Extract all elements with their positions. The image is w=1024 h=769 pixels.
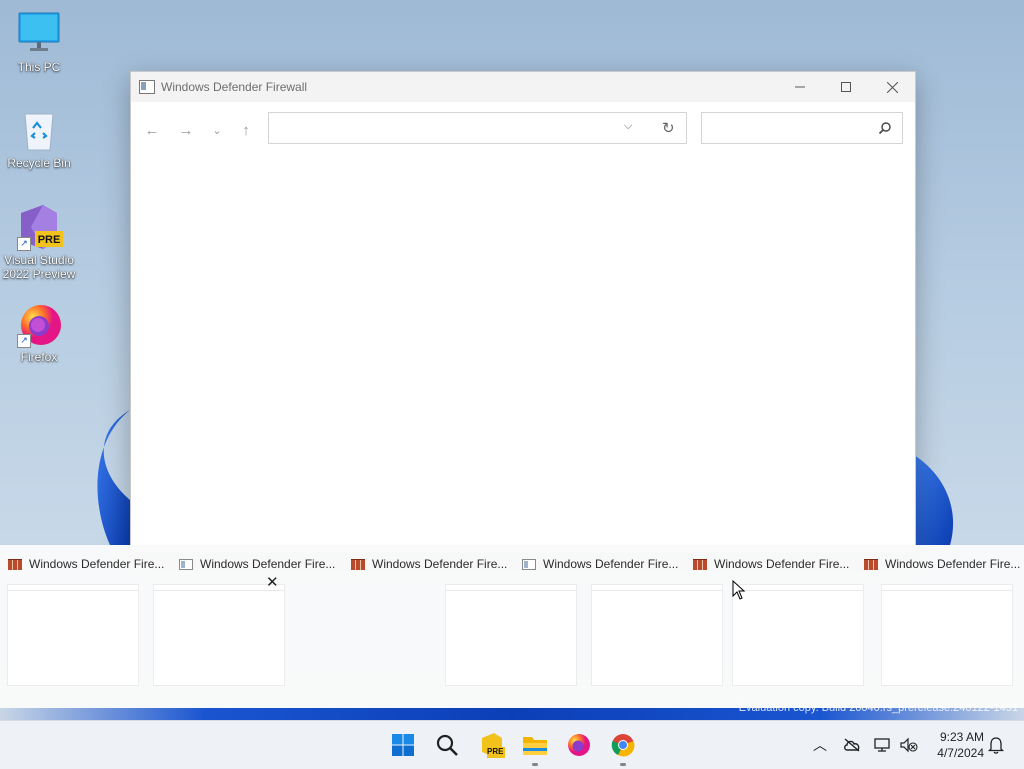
- notifications-button[interactable]: [986, 735, 1006, 755]
- firewall-icon: [8, 558, 22, 570]
- maximize-button[interactable]: [823, 72, 869, 102]
- start-icon: [392, 734, 414, 756]
- taskbar-firefox[interactable]: [565, 731, 593, 759]
- switcher-tile[interactable]: Windows Defender Fire...: [154, 555, 339, 685]
- switcher-tile[interactable]: Windows Defender Fire...: [351, 555, 576, 685]
- minimize-button[interactable]: [777, 72, 823, 102]
- search-icon[interactable]: [878, 121, 892, 135]
- arrow-left-icon: ←: [144, 121, 160, 139]
- recent-locations-button[interactable]: ⌄: [205, 118, 229, 142]
- minimize-icon: [795, 86, 805, 88]
- onedrive-button[interactable]: [842, 735, 862, 755]
- window-icon: [179, 558, 193, 570]
- switcher-tile[interactable]: Windows Defender Fire...: [8, 555, 168, 685]
- window-icon: [522, 558, 536, 570]
- start-button[interactable]: [389, 731, 417, 759]
- desktop-icon-visual-studio[interactable]: ↗ PRE Visual Studio 2022 Preview: [2, 203, 76, 281]
- switcher-tile[interactable]: Windows Defender Fire...: [522, 555, 722, 685]
- preview-badge: PRE: [487, 747, 504, 756]
- window-app-icon: [139, 80, 155, 94]
- taskbar-visual-studio[interactable]: PRE: [478, 731, 506, 759]
- switcher-tile-title: Windows Defender Fire...: [543, 557, 679, 571]
- clock-time: 9:23 AM: [939, 730, 984, 744]
- address-input[interactable]: [269, 113, 615, 143]
- running-indicator: [532, 763, 538, 766]
- desktop-icon-label: Visual Studio 2022 Preview: [2, 253, 76, 281]
- up-button[interactable]: ↑: [234, 118, 258, 142]
- firewall-icon: [351, 558, 365, 570]
- chrome-icon: [611, 734, 635, 757]
- window-thumbnail: [154, 585, 284, 685]
- desktop-icon-label: This PC: [17, 60, 61, 74]
- refresh-icon[interactable]: ↻: [662, 119, 675, 137]
- clock-date: 4/7/2024: [937, 746, 984, 760]
- desktop-icon-label: Recycle Bin: [7, 156, 71, 170]
- window-thumbnail: [882, 585, 1012, 685]
- desktop-icon-label: Firefox: [20, 350, 58, 364]
- back-button[interactable]: ←: [140, 118, 164, 142]
- shortcut-arrow-icon: ↗: [17, 334, 31, 348]
- desktop-icon-this-pc[interactable]: This PC: [2, 10, 76, 74]
- switcher-tile[interactable]: Windows Defender Fire...: [693, 555, 863, 685]
- task-switcher: Windows Defender Fire... Windows Defende…: [0, 545, 1024, 708]
- window-thumbnail: [733, 585, 863, 685]
- clock[interactable]: 9:23 AM 4/7/2024: [926, 729, 984, 761]
- close-button[interactable]: [869, 72, 915, 102]
- evaluation-watermark: Evaluation copy. Build 26040.rs_prerelea…: [738, 702, 1018, 714]
- mouse-cursor-icon: [732, 580, 746, 600]
- shortcut-arrow-icon: ↗: [17, 237, 31, 251]
- firewall-window[interactable]: Windows Defender Firewall ← → ⌄ ↑ ⌵ ↻: [130, 71, 916, 553]
- address-dropdown-icon[interactable]: ⌵: [624, 120, 632, 133]
- switcher-tile-title: Windows Defender Fire...: [372, 557, 508, 571]
- show-hidden-icons-button[interactable]: ︿: [810, 735, 830, 755]
- running-indicator: [620, 763, 626, 766]
- title-bar[interactable]: Windows Defender Firewall: [131, 72, 915, 102]
- desktop-icon-recycle-bin[interactable]: Recycle Bin: [2, 106, 76, 170]
- monitor-icon: [15, 10, 63, 58]
- taskbar: PRE ︿ 9:23 AM 4/7/2024: [0, 720, 1024, 769]
- cloud-offline-icon: [844, 738, 860, 752]
- switcher-tile-title: Windows Defender Fire...: [29, 557, 165, 571]
- search-icon: [436, 734, 458, 756]
- search-input[interactable]: [702, 113, 878, 143]
- network-button[interactable]: [873, 735, 893, 755]
- chevron-up-icon: ︿: [813, 737, 827, 753]
- visual-studio-icon: ↗ PRE: [15, 203, 63, 251]
- firefox-icon: ↗: [15, 300, 63, 348]
- preview-badge: PRE: [37, 234, 61, 246]
- arrow-up-icon: ↑: [242, 121, 250, 139]
- taskbar-chrome[interactable]: [609, 731, 637, 766]
- firewall-icon: [693, 558, 707, 570]
- address-bar[interactable]: ⌵ ↻: [268, 112, 687, 144]
- bell-icon: [988, 737, 1004, 754]
- search-box[interactable]: [701, 112, 903, 144]
- chevron-down-icon: ⌄: [212, 124, 222, 137]
- arrow-right-icon: →: [178, 121, 194, 139]
- network-icon: [874, 738, 890, 752]
- switcher-tile-title: Windows Defender Fire...: [200, 557, 336, 571]
- maximize-icon: [841, 82, 851, 92]
- firefox-icon: [568, 734, 590, 756]
- close-icon: [886, 81, 898, 93]
- taskbar-file-explorer[interactable]: [521, 731, 549, 766]
- switcher-tile[interactable]: Windows Defender Fire...: [864, 555, 1024, 685]
- forward-button[interactable]: →: [174, 118, 198, 142]
- firewall-icon: [864, 558, 878, 570]
- switcher-tile-title: Windows Defender Fire...: [885, 557, 1021, 571]
- switcher-tile-title: Windows Defender Fire...: [714, 557, 850, 571]
- window-title: Windows Defender Firewall: [161, 80, 308, 94]
- window-thumbnail: [8, 585, 138, 685]
- desktop-icon-firefox[interactable]: ↗ Firefox: [2, 300, 76, 364]
- taskbar-search-button[interactable]: [433, 731, 461, 759]
- recycle-bin-icon: [15, 106, 63, 154]
- close-tile-icon[interactable]: ✕: [266, 573, 279, 591]
- file-explorer-icon: [523, 737, 547, 755]
- volume-muted-icon: [900, 737, 918, 753]
- volume-button[interactable]: [899, 735, 919, 755]
